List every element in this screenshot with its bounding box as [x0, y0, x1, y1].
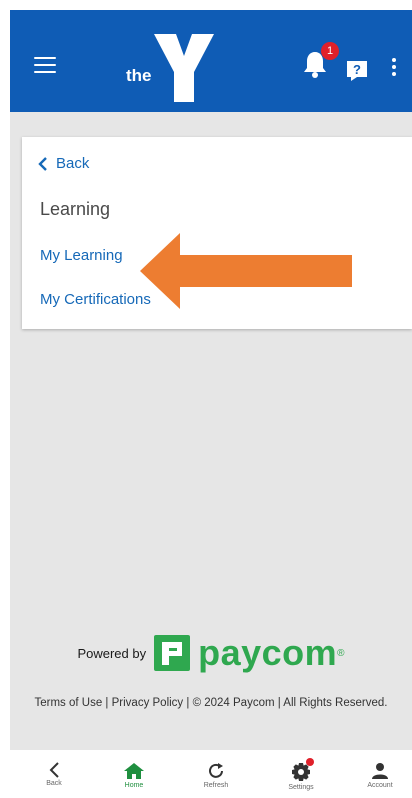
- powered-by-paycom: Powered by paycom ®: [10, 632, 412, 674]
- nav-label: Account: [367, 782, 393, 789]
- nav-label: Back: [46, 780, 62, 787]
- notifications-bell[interactable]: 1: [303, 42, 339, 86]
- powered-by-text: Powered by: [77, 645, 147, 661]
- notification-badge: 1: [321, 42, 339, 60]
- menu-icon[interactable]: [34, 57, 56, 75]
- bottom-navigation: Back Home Refresh Settings Account: [10, 750, 412, 798]
- nav-account[interactable]: Account: [350, 750, 410, 798]
- more-vertical-icon[interactable]: [390, 58, 398, 80]
- footer-legal[interactable]: Terms of Use | Privacy Policy | © 2024 P…: [10, 697, 412, 709]
- settings-alert-dot: [306, 758, 314, 766]
- back-link[interactable]: Back: [38, 155, 89, 172]
- annotation-arrow: [140, 233, 352, 309]
- user-icon: [372, 763, 388, 779]
- my-certifications-link[interactable]: My Certifications: [40, 291, 151, 308]
- refresh-icon: [209, 763, 223, 778]
- svg-text:?: ?: [353, 62, 361, 77]
- nav-label: Settings: [288, 784, 314, 791]
- nav-label: Home: [124, 782, 144, 789]
- chevron-left-icon: [49, 762, 59, 778]
- my-learning-link[interactable]: My Learning: [40, 247, 123, 264]
- y-logo-icon: [154, 34, 214, 102]
- paycom-mark-icon: [162, 642, 183, 665]
- home-icon: [124, 763, 144, 779]
- help-icon: ?: [347, 61, 367, 81]
- logo-text: the: [126, 66, 152, 85]
- nav-refresh[interactable]: Refresh: [186, 750, 246, 798]
- section-title: Learning: [40, 199, 111, 219]
- help-button[interactable]: ?: [345, 60, 369, 82]
- nav-settings[interactable]: Settings: [271, 750, 331, 798]
- back-label: Back: [56, 155, 90, 172]
- learning-card: Back Learning My Learning My Certificati…: [22, 137, 412, 329]
- nav-label: Refresh: [203, 782, 229, 789]
- nav-back[interactable]: Back: [24, 750, 84, 798]
- nav-home[interactable]: Home: [104, 750, 164, 798]
- chevron-left-icon: [38, 156, 47, 171]
- paycom-logo-mark: [154, 635, 191, 671]
- app-header: the 1 ?: [10, 10, 412, 112]
- paycom-wordmark: paycom: [198, 632, 338, 673]
- ymca-logo[interactable]: the: [110, 26, 230, 106]
- content-area: Back Learning My Learning My Certificati…: [10, 112, 412, 750]
- registered-mark: ®: [337, 647, 345, 659]
